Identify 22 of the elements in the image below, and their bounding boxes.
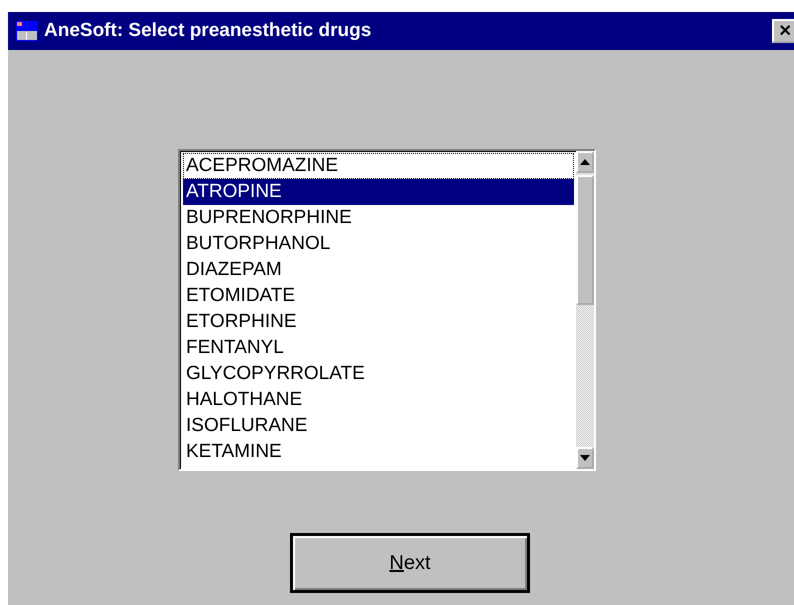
scroll-down-button[interactable]	[576, 447, 594, 469]
list-item[interactable]: ETOMIDATE	[183, 283, 574, 309]
close-button[interactable]: ✕	[772, 19, 794, 43]
window-title: AneSoft: Select preanesthetic drugs	[44, 20, 372, 42]
list-item[interactable]: BUPRENORPHINE	[183, 205, 574, 231]
list-item[interactable]: FENTANYL	[183, 335, 574, 361]
list-item[interactable]: ETORPHINE	[183, 309, 574, 335]
scrollbar[interactable]	[576, 151, 594, 469]
list-item[interactable]: BUTORPHANOL	[183, 231, 574, 257]
up-arrow-icon	[580, 159, 590, 165]
scroll-up-button[interactable]	[576, 151, 594, 173]
list-item[interactable]: GLYCOPYRROLATE	[183, 361, 574, 387]
list-item[interactable]: ISOFLURANE	[183, 413, 574, 439]
list-item[interactable]: DIAZEPAM	[183, 257, 574, 283]
down-arrow-icon	[580, 455, 590, 461]
scroll-thumb[interactable]	[576, 175, 594, 305]
list-item[interactable]: ATROPINE	[183, 179, 574, 205]
list-item[interactable]: ACEPROMAZINE	[183, 153, 574, 179]
app-icon	[16, 21, 38, 41]
list-item[interactable]: HALOTHANE	[183, 387, 574, 413]
list-item[interactable]: KETAMINE	[183, 439, 574, 465]
next-button[interactable]: Next	[290, 533, 530, 593]
